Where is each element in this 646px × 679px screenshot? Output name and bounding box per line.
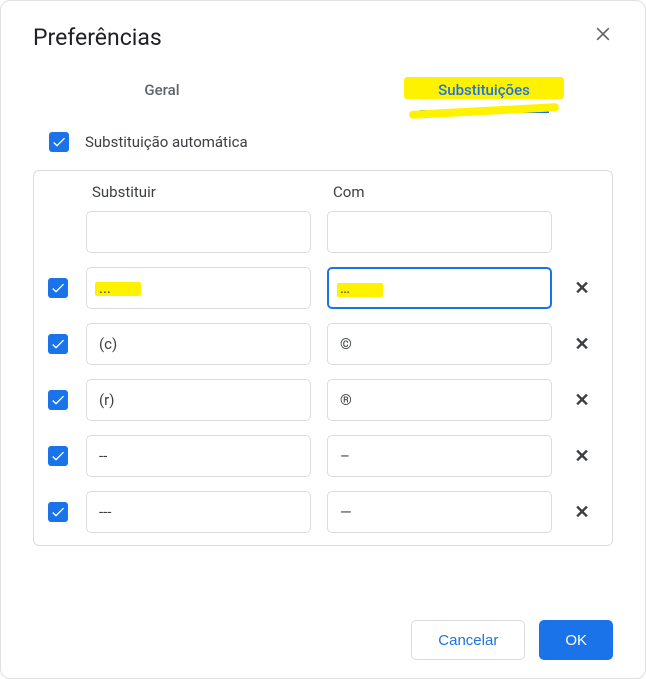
replace-input[interactable] — [86, 211, 311, 253]
check-icon — [51, 134, 67, 150]
check-icon — [50, 504, 66, 520]
tab-bar: Geral Substituições — [1, 69, 645, 114]
auto-substitution-row: Substituição automática — [49, 132, 613, 152]
table-row — [46, 211, 596, 253]
row-checkbox[interactable] — [48, 446, 68, 466]
with-input[interactable]: ® — [327, 379, 552, 421]
with-input[interactable]: © — [327, 323, 552, 365]
delete-row-button[interactable]: ✕ — [570, 500, 594, 524]
with-value: — — [340, 503, 352, 521]
check-icon — [50, 280, 66, 296]
with-input[interactable] — [327, 211, 552, 253]
delete-row-button[interactable]: ✕ — [570, 388, 594, 412]
replace-input[interactable]: (c) — [86, 323, 311, 365]
highlight-marker — [337, 283, 383, 297]
check-icon — [50, 336, 66, 352]
replace-value: (r) — [99, 391, 114, 409]
with-input[interactable]: — — [327, 491, 552, 533]
row-checkbox[interactable] — [48, 390, 68, 410]
close-icon: ✕ — [574, 446, 589, 467]
cancel-button[interactable]: Cancelar — [411, 620, 525, 660]
column-headers: Substituir Com — [46, 183, 596, 201]
with-value: ® — [340, 391, 352, 409]
table-row: -- – ✕ — [46, 435, 596, 477]
table-row: (r) ® ✕ — [46, 379, 596, 421]
replace-input[interactable]: ... — [86, 267, 311, 309]
substitution-table: Substituir Com ... … ✕ (c) © ✕ (r) ® ✕ -- – ✕ --- — ✕ — [33, 170, 613, 546]
with-value: © — [340, 335, 352, 353]
dialog-header: Preferências — [1, 1, 645, 63]
close-icon: ✕ — [574, 502, 589, 523]
delete-row-button[interactable]: ✕ — [570, 276, 594, 300]
auto-substitution-label: Substituição automática — [85, 133, 248, 151]
with-input[interactable]: – — [327, 435, 552, 477]
row-checkbox[interactable] — [48, 502, 68, 522]
with-value: – — [340, 447, 350, 465]
dialog-footer: Cancelar OK — [1, 602, 645, 678]
replace-value: (c) — [99, 335, 117, 353]
substitution-scroll[interactable]: Substituir Com ... … ✕ (c) © ✕ (r) ® ✕ -- – ✕ --- — ✕ — [34, 171, 612, 545]
check-icon — [50, 448, 66, 464]
table-row: (c) © ✕ — [46, 323, 596, 365]
delete-row-button[interactable]: ✕ — [570, 332, 594, 356]
replace-input[interactable]: (r) — [86, 379, 311, 421]
row-checkbox[interactable] — [48, 334, 68, 354]
delete-row-button[interactable]: ✕ — [570, 444, 594, 468]
replace-input[interactable]: -- — [86, 435, 311, 477]
preferences-dialog: Preferências Geral Substituições Substit… — [0, 0, 646, 679]
replace-value: -- — [99, 447, 107, 465]
tab-general[interactable]: Geral — [1, 69, 323, 113]
with-input[interactable]: … — [327, 267, 552, 309]
header-with: Com — [327, 183, 552, 201]
auto-substitution-checkbox[interactable] — [49, 132, 69, 152]
highlight-marker — [95, 282, 141, 296]
tab-substitutions[interactable]: Substituições — [323, 69, 645, 113]
row-checkbox[interactable] — [48, 278, 68, 298]
content-area: Substituição automática — [1, 114, 645, 170]
check-icon — [50, 392, 66, 408]
table-row: --- — ✕ — [46, 491, 596, 533]
replace-value: --- — [99, 503, 111, 521]
close-icon: ✕ — [574, 278, 589, 299]
ok-button[interactable]: OK — [539, 620, 613, 660]
close-icon — [593, 24, 613, 50]
header-replace: Substituir — [86, 183, 311, 201]
replace-input[interactable]: --- — [86, 491, 311, 533]
close-icon: ✕ — [574, 390, 589, 411]
dialog-title: Preferências — [33, 24, 162, 51]
close-button[interactable] — [585, 19, 621, 55]
close-icon: ✕ — [574, 334, 589, 355]
table-row: ... … ✕ — [46, 267, 596, 309]
